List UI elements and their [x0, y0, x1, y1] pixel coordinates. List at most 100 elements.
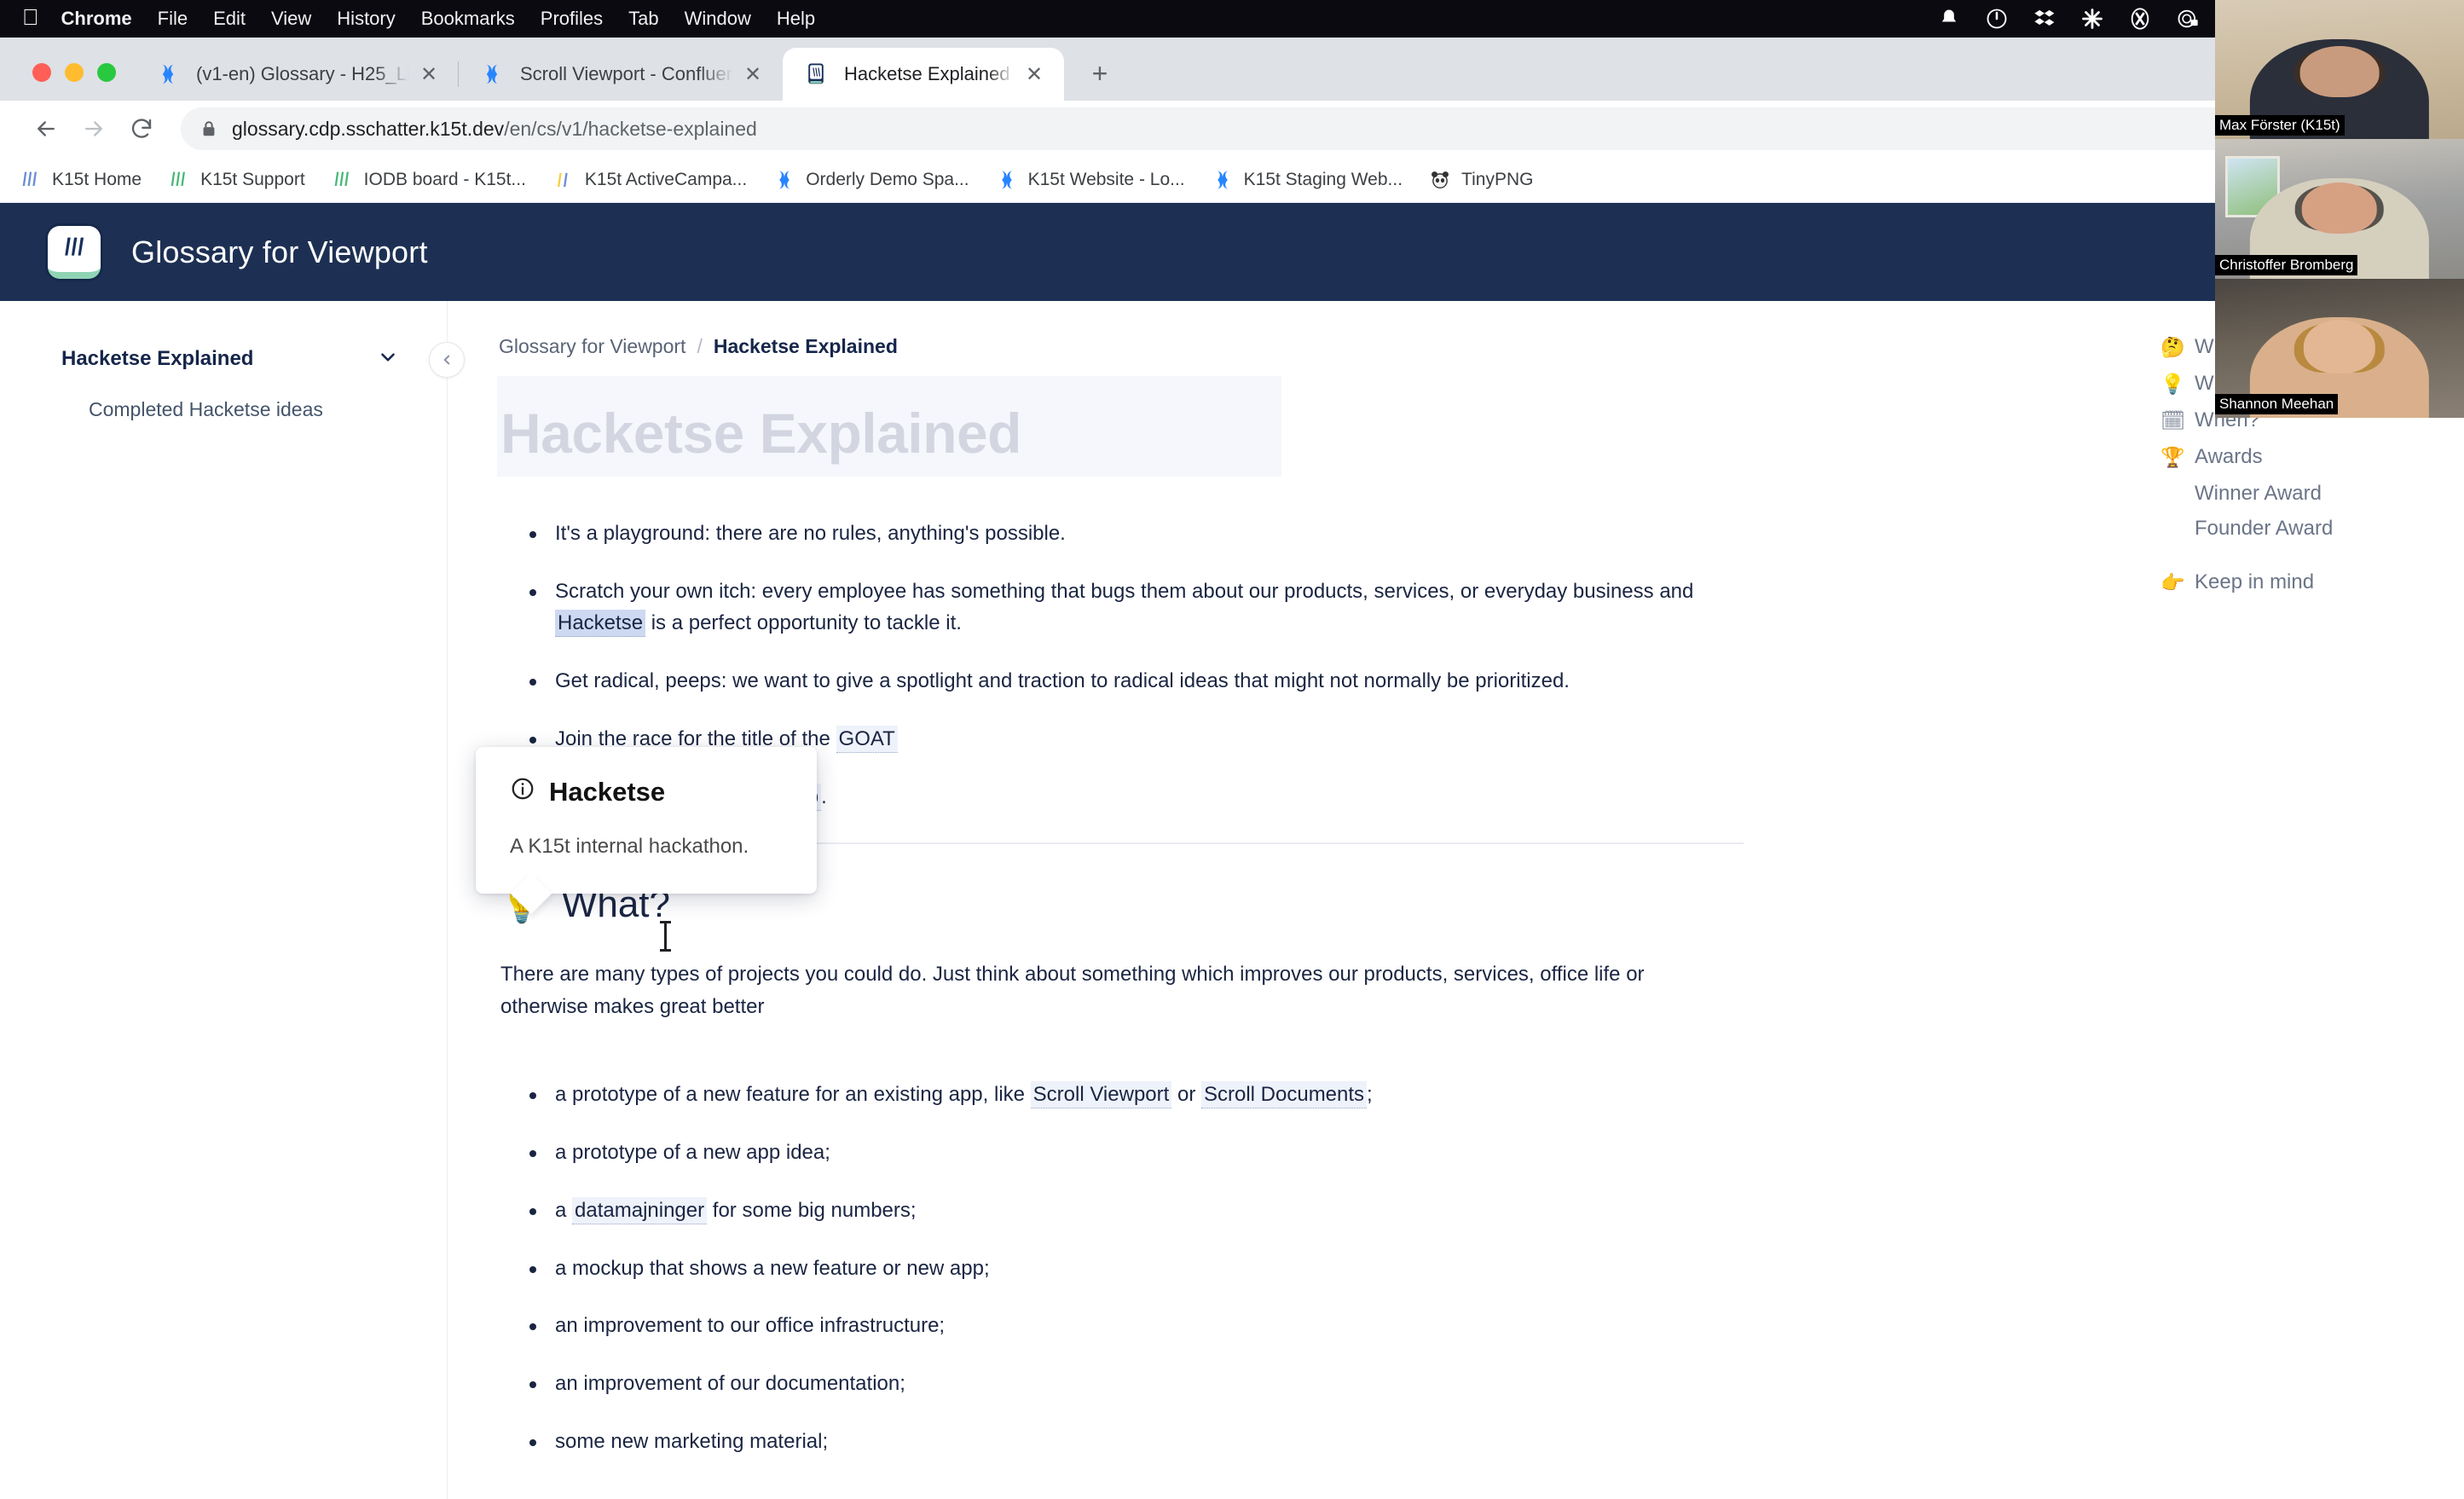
reload-icon[interactable] [118, 105, 165, 153]
toc-label: Awards [2195, 445, 2263, 469]
scroll-viewport-x-icon[interactable] [2128, 7, 2152, 31]
timer-lock-icon[interactable] [2176, 7, 2200, 31]
title-highlight-block [497, 376, 1281, 477]
glossary-term-datamajninger[interactable]: datamajninger [572, 1197, 707, 1224]
main-content: Glossary for Viewport / Hacketse Explain… [448, 301, 2123, 1499]
close-icon[interactable]: ✕ [414, 60, 443, 89]
bookmark-k15t-website[interactable]: K15t Website - Lo... [995, 168, 1185, 192]
glossary-term-hacketse[interactable]: Hacketse [555, 610, 645, 637]
light-bulb-emoji: 💡 [2160, 373, 2183, 396]
tab-title: Hacketse Explained [844, 63, 1015, 85]
bookmark-k15t-home[interactable]: K15t Home [19, 168, 142, 192]
breadcrumb-separator: / [697, 335, 702, 358]
close-icon[interactable]: ✕ [1020, 60, 1049, 89]
glossary-app-icon [803, 61, 829, 87]
article-content: It's a playground: there are no rules, a… [499, 518, 1744, 1459]
bullet-text: is a perfect opportunity to tackle it. [645, 611, 962, 634]
thinking-face-emoji: 🤔 [2160, 336, 2183, 359]
toc-spacer [2160, 552, 2464, 570]
bookmark-k15t-staging-web[interactable]: K15t Staging Web... [1211, 168, 1403, 192]
menu-item-profiles[interactable]: Profiles [541, 8, 603, 30]
close-button[interactable] [32, 63, 51, 82]
breadcrumb-root[interactable]: Glossary for Viewport [499, 335, 685, 358]
list-item: a mockup that shows a new feature or new… [499, 1253, 1744, 1285]
bookmark-label: TinyPNG [1461, 170, 1533, 190]
menu-item-chrome[interactable]: Chrome [61, 8, 132, 30]
bookmark-iodb-board[interactable]: IODB board - K15t... [331, 168, 526, 192]
bullet-text: ; [1367, 1083, 1373, 1106]
close-icon[interactable]: ✕ [738, 60, 767, 89]
tab-scroll-viewport-confluence[interactable]: Scroll Viewport - Confluence ✕ [459, 48, 783, 101]
new-tab-button[interactable]: + [1076, 49, 1124, 97]
chevron-down-icon[interactable] [377, 346, 399, 373]
bullet-text: a prototype of a new app idea; [555, 1141, 830, 1164]
url-domain: glossary.cdp.sschatter.k15t.dev [232, 118, 504, 140]
k15t-green-icon [331, 168, 355, 192]
toc-item-founder-award[interactable]: Founder Award [2160, 517, 2464, 541]
avatar-head [2304, 320, 2375, 373]
dropbox-icon[interactable] [2033, 7, 2056, 31]
scroll-viewport-x-icon [772, 168, 796, 192]
list-item: an improvement of our documentation; [499, 1368, 1744, 1400]
forward-arrow-icon[interactable] [70, 105, 118, 153]
bullet-text: . [821, 785, 827, 808]
toc-item-winner-award[interactable]: Winner Award [2160, 482, 2464, 506]
tear-off-calendar-emoji: 🗓 [2160, 409, 2183, 432]
video-call-overlay[interactable]: Max Förster (K15t) Christoffer Bromberg … [2215, 0, 2464, 418]
bullet-text: for some big numbers; [707, 1199, 916, 1222]
bookmark-label: K15t Website - Lo... [1028, 170, 1185, 190]
glossary-tooltip: Hacketse A K15t internal hackathon. [476, 747, 817, 894]
menu-item-bookmarks[interactable]: Bookmarks [421, 8, 515, 30]
bell-icon[interactable] [1937, 7, 1961, 31]
minimize-button[interactable] [65, 63, 84, 82]
bookmark-tinypng[interactable]: TinyPNG [1428, 168, 1533, 192]
menu-item-file[interactable]: File [158, 8, 188, 30]
asterisk-icon[interactable] [2080, 7, 2104, 31]
address-bar[interactable]: glossary.cdp.sschatter.k15t.dev/en/cs/v1… [181, 107, 2326, 150]
bookmark-k15t-support[interactable]: K15t Support [167, 168, 305, 192]
tooltip-term: Hacketse [549, 777, 665, 807]
menu-item-tab[interactable]: Tab [628, 8, 658, 30]
video-tile-max-forster[interactable]: Max Förster (K15t) [2215, 0, 2464, 139]
left-sidebar: Hacketse Explained Completed Hacketse id… [0, 301, 448, 1499]
text-cursor [664, 923, 667, 949]
power-toggle-icon[interactable] [1985, 7, 2009, 31]
macos-menu-bar:  Chrome File Edit View History Bookmark… [0, 0, 2464, 38]
sidebar-item-hacketse-explained[interactable]: Hacketse Explained [0, 339, 447, 379]
maximize-button[interactable] [97, 63, 116, 82]
tab-glossary-v1en[interactable]: (v1-en) Glossary - H25_Lightw ✕ [135, 48, 459, 101]
glossary-term-scroll-documents[interactable]: Scroll Documents [1201, 1081, 1367, 1108]
menu-item-view[interactable]: View [271, 8, 311, 30]
bullet-text: a prototype of a new feature for an exis… [555, 1083, 1031, 1106]
trophy-emoji: 🏆 [2160, 446, 2183, 469]
glossary-term-scroll-viewport[interactable]: Scroll Viewport [1031, 1081, 1172, 1108]
bookmarks-bar: K15t Home K15t Support IODB board - K15t… [0, 157, 2464, 203]
url-path: /en/cs/v1/hacketse-explained [504, 118, 757, 140]
glossary-term-goat[interactable]: GOAT [836, 726, 898, 753]
back-arrow-icon[interactable] [22, 105, 70, 153]
window-controls [0, 63, 135, 101]
video-tile-christoffer-bromberg[interactable]: Christoffer Bromberg [2215, 139, 2464, 278]
sidebar-item-completed-hacketse-ideas[interactable]: Completed Hacketse ideas [0, 379, 447, 421]
bullet-text: a mockup that shows a new feature or new… [555, 1257, 990, 1280]
toc-item-keep-in-mind[interactable]: 👉 Keep in mind [2160, 570, 2464, 594]
tab-hacketse-explained[interactable]: Hacketse Explained ✕ [783, 48, 1064, 101]
browser-toolbar: glossary.cdp.sschatter.k15t.dev/en/cs/v1… [0, 101, 2464, 157]
menu-item-history[interactable]: History [337, 8, 395, 30]
bookmark-k15t-activecampaign[interactable]: K15t ActiveCampa... [552, 168, 747, 192]
participant-name: Shannon Meehan [2215, 394, 2338, 414]
menu-item-help[interactable]: Help [777, 8, 815, 30]
site-title: Glossary for Viewport [131, 234, 428, 270]
menu-item-window[interactable]: Window [685, 8, 751, 30]
lock-icon [200, 119, 218, 138]
menu-item-edit[interactable]: Edit [213, 8, 246, 30]
bullet-text: an improvement of our documentation; [555, 1372, 905, 1395]
toc-item-awards[interactable]: 🏆 Awards [2160, 445, 2464, 469]
glossary-logo-icon[interactable] [48, 226, 101, 279]
toc-label: Winner Award [2195, 482, 2322, 506]
list-item: Get radical, peeps: we want to give a sp… [499, 665, 1744, 697]
video-tile-shannon-meehan[interactable]: Shannon Meehan [2215, 279, 2464, 418]
apple-icon[interactable]:  [22, 6, 39, 28]
bookmark-orderly-demo-space[interactable]: Orderly Demo Spa... [772, 168, 969, 192]
scroll-viewport-x-icon [1211, 168, 1235, 192]
